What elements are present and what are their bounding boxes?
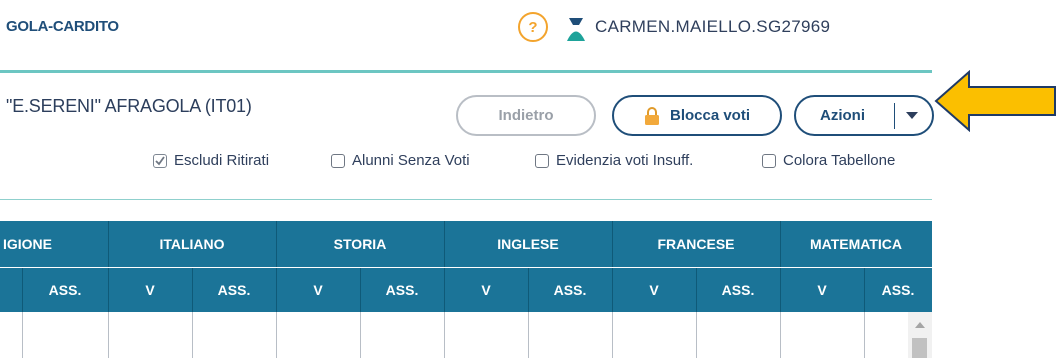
subheader-row: ASS. V ASS. V ASS. V ASS. V ASS. V ASS. (0, 268, 932, 312)
checkbox-box (762, 153, 776, 168)
subject-header-row: IGIONE ITALIANO STORIA INGLESE FRANCESE … (0, 221, 932, 267)
header-divider (0, 70, 932, 73)
checkbox-box (331, 153, 345, 168)
school-name: GOLA-CARDITO (6, 18, 119, 35)
cell-divider (696, 312, 697, 358)
subject-header: INGLESE (497, 236, 559, 252)
column-header: ASS. (385, 282, 419, 298)
check-icon (153, 153, 167, 168)
exclude-withdrawn-label: Escludi Ritirati (174, 152, 270, 169)
column-header: ASS. (48, 282, 82, 298)
user-icon[interactable] (565, 16, 587, 42)
students-without-grades-checkbox[interactable]: Alunni Senza Voti (331, 152, 470, 169)
cell-divider (108, 312, 109, 358)
cell-divider (444, 312, 445, 358)
subject-header: STORIA (333, 236, 387, 252)
students-without-grades-label: Alunni Senza Voti (352, 152, 470, 169)
column-header: ASS. (881, 282, 915, 298)
color-board-label: Colora Tabellone (783, 152, 896, 169)
subject-header: IGIONE (3, 236, 53, 252)
options-divider (0, 199, 932, 200)
cell-divider (276, 312, 277, 358)
column-header: V (313, 282, 323, 298)
highlight-insufficient-label: Evidenzia voti Insuff. (556, 152, 694, 169)
exclude-withdrawn-checkbox[interactable]: Escludi Ritirati (153, 152, 269, 169)
column-header: ASS. (721, 282, 755, 298)
back-button[interactable]: Indietro (456, 95, 596, 136)
caret-down-icon[interactable] (906, 112, 918, 119)
cell-divider (612, 312, 613, 358)
column-header: ASS. (217, 282, 251, 298)
scroll-up-icon[interactable] (915, 322, 925, 328)
pointer-arrow-icon (934, 70, 1056, 132)
cell-divider (360, 312, 361, 358)
cell-divider (528, 312, 529, 358)
column-header: V (817, 282, 827, 298)
subject-header: MATEMATICA (809, 236, 903, 252)
color-board-checkbox[interactable]: Colora Tabellone (762, 152, 895, 169)
column-header: ASS. (553, 282, 587, 298)
column-header: V (649, 282, 659, 298)
class-title: "E.SERENI" AFRAGOLA (IT01) (6, 96, 252, 116)
highlight-insufficient-checkbox[interactable]: Evidenzia voti Insuff. (535, 152, 693, 169)
lock-icon (644, 106, 659, 125)
cell-divider (192, 312, 193, 358)
cell-divider (780, 312, 781, 358)
checkbox-box (535, 153, 549, 168)
cell-divider (22, 312, 23, 358)
help-icon[interactable]: ? (518, 12, 548, 42)
scrollbar-thumb[interactable] (912, 338, 927, 358)
lock-grades-button[interactable]: Blocca voti (612, 95, 782, 136)
column-header: V (481, 282, 491, 298)
subject-header: ITALIANO (159, 236, 225, 252)
lock-grades-label: Blocca voti (669, 107, 751, 124)
column-header: V (145, 282, 155, 298)
actions-separator (894, 103, 895, 129)
actions-label: Azioni (820, 107, 865, 124)
vertical-scrollbar[interactable] (908, 312, 932, 358)
cell-divider (864, 312, 865, 358)
table-row[interactable] (0, 312, 906, 358)
user-name[interactable]: CARMEN.MAIELLO.SG27969 (595, 17, 830, 37)
actions-button[interactable]: Azioni (794, 95, 934, 136)
subject-header: FRANCESE (657, 236, 735, 252)
